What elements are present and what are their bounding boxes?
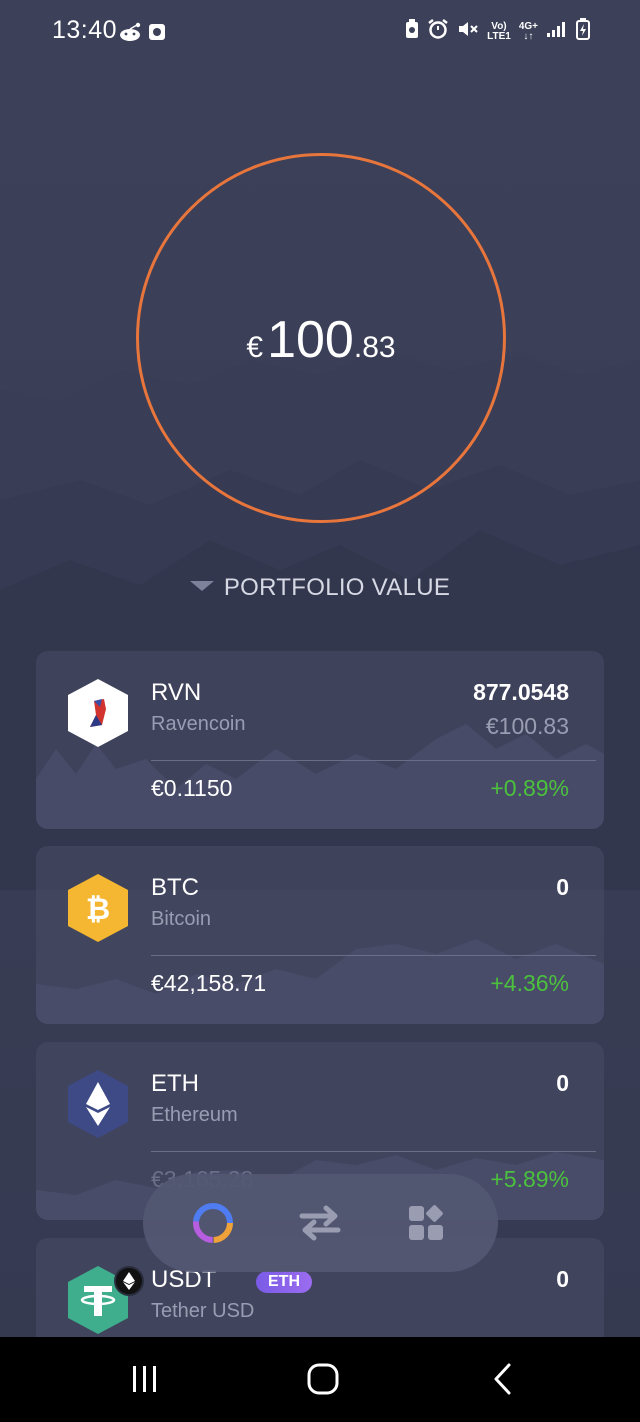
asset-name: Tether USD [151, 1300, 255, 1322]
battery-icon [576, 18, 590, 45]
asset-symbol: RVN [151, 679, 202, 706]
status-icons: Vo) LTE1 4G+ ↓↑ [405, 18, 590, 45]
square-notification-icon [148, 20, 166, 44]
status-bar: 13:40 Vo) LTE1 4G+ ↓↑ [0, 0, 640, 64]
asset-symbol: BTC [151, 874, 199, 901]
network-gen-label: 4G+ [518, 20, 538, 32]
ethereum-icon [66, 1068, 130, 1140]
back-button[interactable] [473, 1357, 533, 1401]
battery-saver-icon [405, 19, 419, 44]
lte-label: LTE1 [487, 30, 511, 42]
recent-apps-icon [133, 1366, 156, 1392]
portfolio-ring[interactable]: € 100 .83 [136, 153, 506, 523]
ethereum-network-icon [114, 1266, 144, 1296]
bitcoin-icon: ₿ [66, 872, 130, 944]
portfolio-label[interactable]: PORTFOLIO VALUE [0, 574, 640, 602]
signal-icon [546, 20, 568, 43]
ravencoin-icon [66, 677, 130, 749]
portfolio-tab[interactable] [188, 1198, 238, 1248]
home-icon [307, 1363, 339, 1395]
back-icon [494, 1363, 511, 1395]
exchange-tab[interactable] [295, 1198, 345, 1248]
portfolio-value-main: 100 [267, 311, 354, 369]
portfolio-value-decimal: .83 [353, 331, 396, 364]
asset-price: €0.1150 [151, 775, 233, 801]
asset-amount: 877.0548 [473, 679, 569, 705]
portfolio-value: € 100 .83 [139, 156, 503, 520]
asset-card-rvn[interactable]: RVN Ravencoin 877.0548 €100.83 €0.1150 +… [36, 651, 604, 829]
reddit-icon [118, 20, 142, 44]
apps-icon [409, 1205, 443, 1240]
asset-fiat-value: €100.83 [485, 713, 569, 739]
system-navigation-bar [0, 1337, 640, 1422]
home-button[interactable] [293, 1357, 353, 1401]
asset-amount: 0 [556, 874, 569, 900]
asset-name: Bitcoin [151, 908, 212, 930]
asset-price: €42,158.71 [151, 970, 267, 996]
svg-text:₿: ₿ [86, 893, 110, 926]
asset-name: Ethereum [151, 1104, 238, 1126]
recent-apps-button[interactable] [115, 1357, 175, 1401]
asset-change: +4.36% [490, 970, 569, 996]
asset-symbol: ETH [151, 1070, 199, 1097]
data-arrows-icon: ↓↑ [523, 30, 534, 42]
card-divider [151, 760, 596, 761]
card-divider [151, 955, 596, 956]
portfolio-label-text: PORTFOLIO VALUE [223, 574, 451, 601]
volte-indicator: Vo) LTE1 [487, 20, 511, 42]
asset-change: +0.89% [490, 775, 569, 801]
dropdown-triangle-icon [189, 580, 214, 591]
volte-label: Vo) [491, 20, 507, 32]
alarm-icon [427, 19, 449, 44]
apps-tab[interactable] [401, 1198, 451, 1248]
card-divider [151, 1151, 596, 1152]
currency-symbol: € [246, 331, 264, 364]
asset-amount: 0 [556, 1070, 569, 1096]
asset-name: Ravencoin [151, 713, 246, 735]
asset-amount: 0 [556, 1266, 569, 1292]
bottom-tab-bar [143, 1174, 498, 1272]
status-time: 13:40 [52, 16, 118, 44]
asset-change: +5.89% [490, 1166, 569, 1192]
asset-card-btc[interactable]: ₿ BTC Bitcoin 0 €42,158.71 +4.36% [36, 846, 604, 1024]
network-badge: ETH [256, 1271, 312, 1293]
network-gen-indicator: 4G+ ↓↑ [518, 20, 538, 42]
exchange-icon [299, 1205, 341, 1241]
portfolio-icon [193, 1203, 233, 1243]
mute-icon [457, 19, 479, 44]
app-screen: 13:40 Vo) LTE1 4G+ ↓↑ € 100 .83 PORTFOLI… [0, 0, 640, 1337]
